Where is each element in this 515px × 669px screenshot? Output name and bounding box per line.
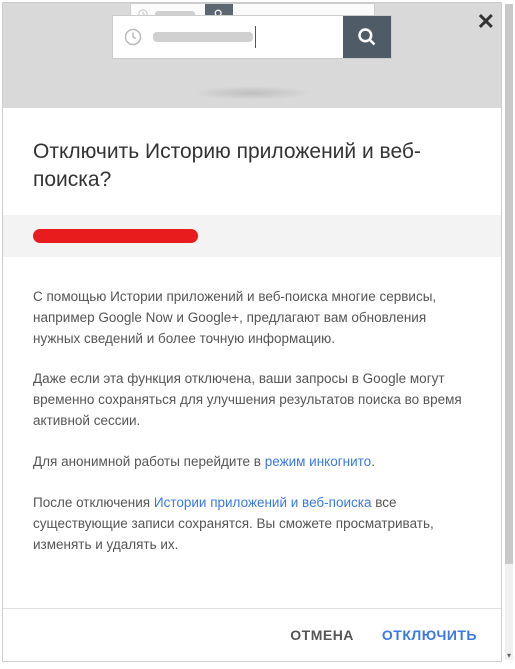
search-bar-foreground xyxy=(112,15,392,59)
history-link[interactable]: Истории приложений и веб-поиска xyxy=(154,495,372,510)
dialog-footer: ОТМЕНА ОТКЛЮЧИТЬ xyxy=(3,608,501,661)
dialog-content: Отключить Историю приложений и веб-поиск… xyxy=(3,108,501,608)
clock-icon xyxy=(113,28,153,46)
account-email-band xyxy=(3,215,501,257)
redacted-email xyxy=(33,229,198,243)
placeholder-bar xyxy=(153,32,253,42)
scroll-thumb[interactable] xyxy=(505,4,513,564)
confirm-dialog: ✕ xyxy=(2,2,502,662)
scrollbar[interactable]: ▴ ▾ xyxy=(505,4,513,660)
close-button[interactable]: ✕ xyxy=(477,11,495,33)
paragraph-4: После отключения Истории приложений и ве… xyxy=(33,493,471,556)
paragraph-2: Даже если эта функция отключена, ваши за… xyxy=(33,369,471,432)
dialog-title: Отключить Историю приложений и веб-поиск… xyxy=(3,108,501,215)
confirm-button[interactable]: ОТКЛЮЧИТЬ xyxy=(382,627,477,643)
paragraph-3: Для анонимной работы перейдите в режим и… xyxy=(33,452,471,473)
hero-shadow xyxy=(192,86,312,100)
paragraph-1: С помощью Истории приложений и веб-поиск… xyxy=(33,287,471,350)
text-cursor xyxy=(255,26,256,48)
dialog-body: С помощью Истории приложений и веб-поиск… xyxy=(3,267,501,586)
text: После отключения xyxy=(33,495,154,510)
hero-illustration xyxy=(3,3,501,108)
cancel-button[interactable]: ОТМЕНА xyxy=(290,627,354,643)
text: Для анонимной работы перейдите в xyxy=(33,454,265,469)
close-icon: ✕ xyxy=(477,9,495,34)
incognito-link[interactable]: режим инкогнито xyxy=(265,454,372,469)
text: . xyxy=(371,454,375,469)
search-button xyxy=(343,16,391,58)
scroll-down-arrow[interactable]: ▾ xyxy=(505,652,513,660)
